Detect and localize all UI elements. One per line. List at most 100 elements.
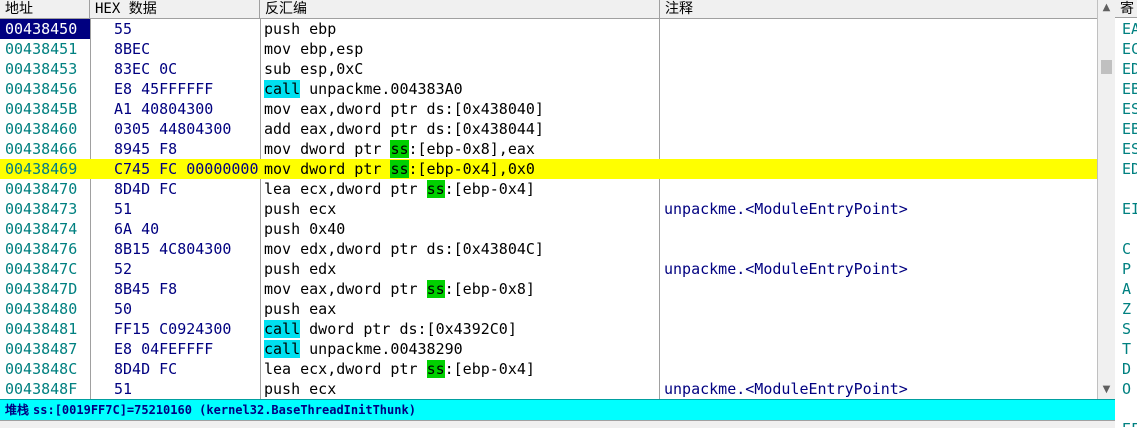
disassembly-cell[interactable]: call dword ptr ds:[0x4392C0]	[264, 319, 658, 339]
address-cell[interactable]: 00438473	[0, 199, 90, 219]
comment-cell[interactable]	[664, 279, 1094, 299]
disassembly-cell[interactable]: mov eax,dword ptr ss:[ebp-0x8]	[264, 279, 658, 299]
table-row[interactable]: 00438456 E8 45FFFFFF call unpackme.004383A…	[0, 79, 1097, 99]
disassembly-cell[interactable]: push edx	[264, 259, 658, 279]
comment-cell[interactable]	[664, 79, 1094, 99]
hex-cell[interactable]: C745 FC 00000000	[114, 159, 260, 179]
hex-cell[interactable]: 8D4D FC	[114, 179, 260, 199]
disassembly-cell[interactable]: mov dword ptr ss:[ebp-0x4],0x0	[264, 159, 658, 179]
disassembly-cell[interactable]: add eax,dword ptr ds:[0x438044]	[264, 119, 658, 139]
comment-cell[interactable]	[664, 359, 1094, 379]
address-cell[interactable]: 0043848C	[0, 359, 90, 379]
hex-cell[interactable]: 8D4D FC	[114, 359, 260, 379]
hex-cell[interactable]: 6A 40	[114, 219, 260, 239]
disassembly-cell[interactable]: sub esp,0xC	[264, 59, 658, 79]
comment-cell[interactable]	[664, 119, 1094, 139]
disassembly-cell[interactable]: lea ecx,dword ptr ss:[ebp-0x4]	[264, 359, 658, 379]
address-cell[interactable]: 0043847C	[0, 259, 90, 279]
address-cell[interactable]: 00438487	[0, 339, 90, 359]
address-cell[interactable]: 00438474	[0, 219, 90, 239]
address-cell[interactable]: 00438451	[0, 39, 90, 59]
table-row[interactable]: 00438481 FF15 C0924300 call dword ptr ds:[…	[0, 319, 1097, 339]
comment-cell[interactable]	[664, 99, 1094, 119]
hex-cell[interactable]: 50	[114, 299, 260, 319]
table-row[interactable]: 00438474 6A 40 push 0x40	[0, 219, 1097, 239]
column-header-disassembly[interactable]: 反汇编	[260, 0, 660, 18]
disassembly-cell[interactable]: push eax	[264, 299, 658, 319]
table-row[interactable]: 00438450 55 push ebp	[0, 19, 1097, 39]
table-row[interactable]: 00438476 8B15 4C804300 mov edx,dword ptr d…	[0, 239, 1097, 259]
comment-cell[interactable]	[664, 59, 1094, 79]
comment-cell[interactable]	[664, 319, 1094, 339]
address-cell[interactable]: 00438476	[0, 239, 90, 259]
table-row[interactable]: 00438480 50 push eax	[0, 299, 1097, 319]
table-row[interactable]: 00438451 8BEC mov ebp,esp	[0, 39, 1097, 59]
hex-cell[interactable]: E8 45FFFFFF	[114, 79, 260, 99]
disassembly-cell[interactable]: call unpackme.004383A0	[264, 79, 658, 99]
address-cell[interactable]: 00438466	[0, 139, 90, 159]
disassembly-cell[interactable]: push ebp	[264, 19, 658, 39]
comment-cell[interactable]	[664, 299, 1094, 319]
comment-cell[interactable]	[664, 339, 1094, 359]
comment-cell[interactable]	[664, 239, 1094, 259]
address-cell[interactable]: 00438460	[0, 119, 90, 139]
hex-cell[interactable]: 51	[114, 199, 260, 219]
hex-cell[interactable]: 8BEC	[114, 39, 260, 59]
comment-cell[interactable]	[664, 159, 1094, 179]
hex-cell[interactable]: 8945 F8	[114, 139, 260, 159]
address-cell[interactable]: 00438480	[0, 299, 90, 319]
disassembly-cell[interactable]: mov ebp,esp	[264, 39, 658, 59]
vertical-scrollbar[interactable]: ▲ ▼	[1097, 0, 1115, 399]
table-row[interactable]: 00438487 E8 04FEFFFF call unpackme.0043829…	[0, 339, 1097, 359]
address-cell[interactable]: 0043848F	[0, 379, 90, 399]
table-row[interactable]: 0043845B A1 40804300 mov eax,dword ptr ds:…	[0, 99, 1097, 119]
disassembly-cell[interactable]: lea ecx,dword ptr ss:[ebp-0x4]	[264, 179, 658, 199]
hex-cell[interactable]: 83EC 0C	[114, 59, 260, 79]
disassembly-cell[interactable]: mov dword ptr ss:[ebp-0x8],eax	[264, 139, 658, 159]
address-cell[interactable]: 0043845B	[0, 99, 90, 119]
comment-cell[interactable]	[664, 139, 1094, 159]
disassembly-cell[interactable]: call unpackme.00438290	[264, 339, 658, 359]
hex-cell[interactable]: A1 40804300	[114, 99, 260, 119]
table-row[interactable]: 0043848C 8D4D FC lea ecx,dword ptr ss:[ebp…	[0, 359, 1097, 379]
table-row[interactable]: 00438466 8945 F8 mov dword ptr ss:[ebp-0x8…	[0, 139, 1097, 159]
disassembly-cell[interactable]: mov edx,dword ptr ds:[0x43804C]	[264, 239, 658, 259]
hex-cell[interactable]: 51	[114, 379, 260, 399]
scroll-up-icon[interactable]: ▲	[1098, 0, 1115, 16]
address-cell[interactable]: 00438450	[0, 19, 90, 39]
comment-cell[interactable]	[664, 179, 1094, 199]
hex-cell[interactable]: 8B45 F8	[114, 279, 260, 299]
hex-cell[interactable]: 8B15 4C804300	[114, 239, 260, 259]
table-row[interactable]: 0043848F 51 push ecx unpackme.<ModuleEntryP…	[0, 379, 1097, 399]
table-row[interactable]: 00438469 C745 FC 00000000 mov dword ptr ss…	[0, 159, 1097, 179]
table-row[interactable]: 0043847C 52 push edx unpackme.<ModuleEntryP…	[0, 259, 1097, 279]
address-cell[interactable]: 00438469	[0, 159, 90, 179]
scroll-down-icon[interactable]: ▼	[1098, 382, 1115, 398]
column-header-address[interactable]: 地址	[0, 0, 90, 18]
disassembly-cell[interactable]: push 0x40	[264, 219, 658, 239]
comment-cell[interactable]: unpackme.<ModuleEntryPoint>	[664, 259, 1094, 279]
comment-cell[interactable]	[664, 19, 1094, 39]
table-row[interactable]: 0043847D 8B45 F8 mov eax,dword ptr ss:[ebp…	[0, 279, 1097, 299]
hex-cell[interactable]: 55	[114, 19, 260, 39]
address-cell[interactable]: 00438456	[0, 79, 90, 99]
column-header-comment[interactable]: 注释	[660, 0, 1097, 18]
hex-cell[interactable]: E8 04FEFFFF	[114, 339, 260, 359]
comment-cell[interactable]	[664, 39, 1094, 59]
comment-cell[interactable]: unpackme.<ModuleEntryPoint>	[664, 379, 1094, 399]
disassembly-cell[interactable]: push ecx	[264, 199, 658, 219]
address-cell[interactable]: 0043847D	[0, 279, 90, 299]
table-row[interactable]: 00438470 8D4D FC lea ecx,dword ptr ss:[ebp…	[0, 179, 1097, 199]
hex-cell[interactable]: 0305 44804300	[114, 119, 260, 139]
address-cell[interactable]: 00438453	[0, 59, 90, 79]
table-row[interactable]: 00438460 0305 44804300 add eax,dword ptr d…	[0, 119, 1097, 139]
hex-cell[interactable]: FF15 C0924300	[114, 319, 260, 339]
column-header-hex[interactable]: HEX 数据	[90, 0, 260, 18]
address-cell[interactable]: 00438481	[0, 319, 90, 339]
comment-cell[interactable]: unpackme.<ModuleEntryPoint>	[664, 199, 1094, 219]
hex-cell[interactable]: 52	[114, 259, 260, 279]
address-cell[interactable]: 00438470	[0, 179, 90, 199]
scroll-thumb[interactable]	[1101, 60, 1112, 74]
table-row[interactable]: 00438453 83EC 0C sub esp,0xC	[0, 59, 1097, 79]
disassembly-cell[interactable]: mov eax,dword ptr ds:[0x438040]	[264, 99, 658, 119]
